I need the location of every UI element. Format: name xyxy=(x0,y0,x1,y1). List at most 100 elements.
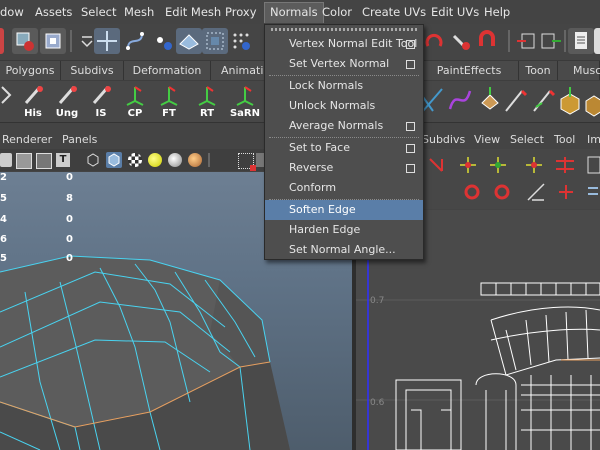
menu-item-reverse[interactable]: Reverse xyxy=(265,158,423,178)
shelf-button-ft[interactable]: FT xyxy=(154,83,184,119)
uv-menu-subdivs[interactable]: Subdivs xyxy=(422,133,465,146)
snap-surface-icon[interactable] xyxy=(228,28,254,54)
input-ops-icon[interactable] xyxy=(514,28,540,54)
toolbar-separator xyxy=(564,30,566,52)
camera-icon[interactable] xyxy=(0,153,12,167)
shelf-button-rt[interactable]: RT xyxy=(192,83,222,119)
menu-create-uvs[interactable]: Create UVs xyxy=(362,5,426,19)
shelf-tab-deformation[interactable]: Deformation xyxy=(124,61,211,80)
text-icon[interactable]: T xyxy=(56,153,70,167)
shadow-icon[interactable] xyxy=(168,153,182,167)
material-icon[interactable] xyxy=(188,153,202,167)
tear-off-handle[interactable] xyxy=(271,28,417,31)
shelf-button-is[interactable]: IS xyxy=(86,83,116,119)
menu-help[interactable]: Help xyxy=(484,5,510,19)
curve-tool-icon[interactable] xyxy=(446,83,472,119)
move-snap-icon[interactable] xyxy=(94,28,120,54)
attribute-editor-icon[interactable] xyxy=(568,28,594,54)
wireframe-cube-icon[interactable] xyxy=(86,153,100,167)
uv-rotate-icon[interactable] xyxy=(524,155,544,175)
shelf-button-cp[interactable]: CP xyxy=(120,83,150,119)
bend-deformer-icon[interactable] xyxy=(502,83,528,119)
menu-mesh[interactable]: Mesh xyxy=(124,5,154,19)
uv-cut-icon[interactable] xyxy=(526,182,546,202)
snap-grid-icon[interactable] xyxy=(202,28,228,54)
select-by-component-icon[interactable] xyxy=(40,28,66,54)
render-icon[interactable] xyxy=(448,28,474,54)
viewport-icon-bar: T xyxy=(0,149,265,171)
normals-dropdown-menu: Vertex Normal Edit Tool Set Vertex Norma… xyxy=(264,24,424,260)
output-ops-icon[interactable] xyxy=(538,28,564,54)
uv-mirror-icon[interactable] xyxy=(554,155,576,175)
option-box-icon[interactable] xyxy=(406,164,415,173)
shelf-tab-muscle[interactable]: Muscl xyxy=(558,61,600,80)
option-box-icon[interactable] xyxy=(406,122,415,131)
snap-point-icon[interactable] xyxy=(150,28,176,54)
menu-item-unlock-normals[interactable]: Unlock Normals xyxy=(265,96,423,116)
wireframe-icon[interactable] xyxy=(16,153,32,169)
texture-checker-icon[interactable] xyxy=(128,153,142,167)
snap-view-plane-icon[interactable] xyxy=(176,28,202,54)
panel-menu-panels[interactable]: Panels xyxy=(62,133,97,146)
menu-item-lock-normals[interactable]: Lock Normals xyxy=(265,76,423,96)
uv-rotate-cw-icon[interactable] xyxy=(492,182,512,202)
option-box-icon[interactable] xyxy=(406,40,415,49)
lattice-icon[interactable] xyxy=(476,83,502,119)
select-by-object-icon[interactable] xyxy=(12,28,38,54)
menu-window[interactable]: dow xyxy=(0,5,24,19)
menu-color[interactable]: Color xyxy=(322,5,352,19)
uv-menu-image[interactable]: Im xyxy=(587,133,600,146)
history-icon[interactable] xyxy=(422,28,448,54)
uv-grid-icon[interactable] xyxy=(586,155,600,175)
snap-curve-icon[interactable] xyxy=(122,28,148,54)
option-box-icon[interactable] xyxy=(406,60,415,69)
shelf-tab-toon[interactable]: Toon xyxy=(519,61,558,80)
shelf-button-sarn[interactable]: SaRN xyxy=(228,83,262,119)
menu-item-set-vertex-normal[interactable]: Set Vertex Normal xyxy=(265,54,423,74)
menu-select[interactable]: Select xyxy=(81,5,116,19)
cube-tool-icon[interactable] xyxy=(556,83,582,119)
tool-icon-clipped[interactable] xyxy=(0,28,4,54)
shelf-tab-painteffects[interactable]: PaintEffects xyxy=(420,61,519,80)
lighting-icon[interactable] xyxy=(148,153,162,167)
tool-settings-icon[interactable] xyxy=(594,28,600,54)
uv-menu-view[interactable]: View xyxy=(474,133,500,146)
menu-item-conform[interactable]: Conform xyxy=(265,178,423,198)
menu-normals[interactable]: Normals xyxy=(264,2,324,23)
shelf-tab-subdivs[interactable]: Subdivs xyxy=(61,61,124,80)
menu-item-vertex-normal-edit-tool[interactable]: Vertex Normal Edit Tool xyxy=(265,34,423,54)
smooth-shade-cube-icon[interactable] xyxy=(106,152,122,168)
uv-rotate-ccw-icon[interactable] xyxy=(462,182,482,202)
shelf-button-ungroup[interactable]: Ung xyxy=(52,83,82,119)
shelf-button-history[interactable]: His xyxy=(18,83,48,119)
isolate-select-icon[interactable] xyxy=(238,153,256,171)
grid-toggle-icon[interactable] xyxy=(36,153,52,169)
menu-assets[interactable]: Assets xyxy=(35,5,72,19)
shelf-tab-polygons[interactable]: Polygons xyxy=(0,61,61,80)
shelf-button-clipped[interactable] xyxy=(0,83,18,119)
hud-value: 5 xyxy=(0,193,7,204)
menu-item-soften-edge[interactable]: Soften Edge xyxy=(265,200,423,220)
panel-menu-renderer[interactable]: Renderer xyxy=(2,133,52,146)
uv-menu-tool[interactable]: Tool xyxy=(554,133,575,146)
shelf-tab-animation[interactable]: Animatio xyxy=(211,61,270,80)
magnet-icon[interactable] xyxy=(474,28,500,54)
menu-proxy[interactable]: Proxy xyxy=(225,5,257,19)
menu-item-average-normals[interactable]: Average Normals xyxy=(265,116,423,136)
uv-move-icon[interactable] xyxy=(458,155,478,175)
menu-item-set-normal-angle[interactable]: Set Normal Angle... xyxy=(265,240,423,260)
menu-item-harden-edge[interactable]: Harden Edge xyxy=(265,220,423,240)
uv-sew-icon[interactable] xyxy=(556,182,576,202)
uv-scale-icon[interactable] xyxy=(488,155,508,175)
menu-edit-mesh[interactable]: Edit Mesh xyxy=(165,5,221,19)
sculpt-deformer-icon[interactable] xyxy=(530,83,556,119)
viewport-panel-menu: Renderer Panels xyxy=(0,130,265,148)
cube-arrow-icon[interactable] xyxy=(582,83,600,119)
uv-flip-icon[interactable] xyxy=(426,155,446,175)
menu-edit-uvs[interactable]: Edit UVs xyxy=(431,5,479,19)
hud-value: 4 xyxy=(0,214,7,225)
uv-menu-select[interactable]: Select xyxy=(510,133,544,146)
option-box-icon[interactable] xyxy=(406,144,415,153)
uv-layout-icon[interactable] xyxy=(586,182,600,202)
menu-item-set-to-face[interactable]: Set to Face xyxy=(265,138,423,158)
